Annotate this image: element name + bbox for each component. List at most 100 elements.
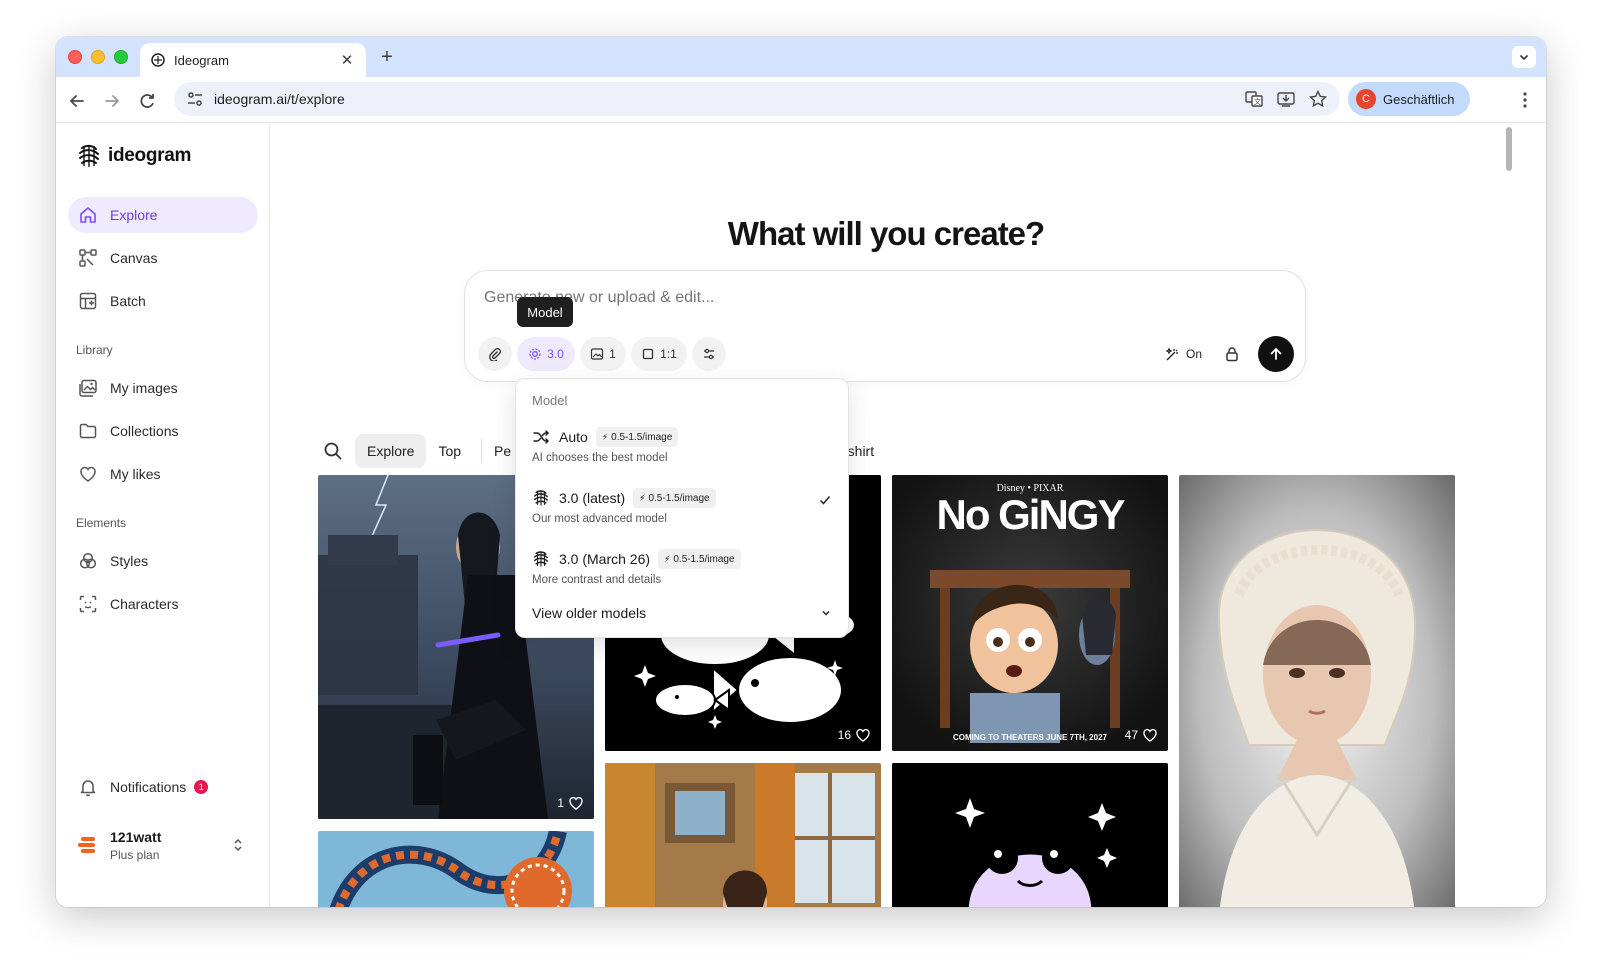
sidebar-item-label: My images xyxy=(110,380,178,396)
sidebar: ideogram Explore Canvas Batch Library My… xyxy=(56,123,270,907)
checkmark-icon xyxy=(819,496,831,505)
sidebar-item-label: Styles xyxy=(110,553,149,569)
bolt-icon: ⚡ xyxy=(601,431,609,442)
image-count: 1 xyxy=(609,347,616,361)
tab-close-icon[interactable]: ✕ xyxy=(338,51,356,69)
magic-wand-icon xyxy=(1165,347,1178,360)
gallery-card-pattern[interactable] xyxy=(318,831,594,907)
translate-icon[interactable]: 文 xyxy=(1244,89,1264,109)
sidebar-item-characters[interactable]: Characters xyxy=(68,586,258,622)
gallery-card-no-gingy-poster[interactable]: Disney • PIXAR No GiNGY COMING TO THEATE… xyxy=(892,475,1168,751)
filter-tab-explore[interactable]: Explore xyxy=(355,434,427,468)
close-window-button[interactable] xyxy=(68,50,82,64)
section-label-elements: Elements xyxy=(76,516,127,530)
page-title: What will you create? xyxy=(727,215,1045,252)
arrow-up-icon xyxy=(1270,347,1282,360)
settings-button[interactable] xyxy=(692,337,726,371)
minimize-window-button[interactable] xyxy=(91,50,105,64)
heart-icon xyxy=(569,796,583,810)
model-option-name: Auto xyxy=(559,429,588,445)
forward-arrow-icon[interactable] xyxy=(101,90,123,112)
filter-tab-top[interactable]: Top xyxy=(426,434,473,468)
install-app-icon[interactable] xyxy=(1276,89,1296,109)
maximize-window-button[interactable] xyxy=(114,50,128,64)
generate-button[interactable] xyxy=(1258,336,1294,372)
magic-prompt-toggle[interactable]: On xyxy=(1165,337,1202,371)
browser-tab-ideogram[interactable]: Ideogram ✕ xyxy=(140,43,366,77)
home-icon xyxy=(80,207,96,223)
like-button[interactable]: 16 xyxy=(838,727,871,743)
model-option-3-0-latest[interactable]: 3.0 (latest) ⚡ 0.5-1.5/image Our most adv… xyxy=(532,487,832,525)
images-icon xyxy=(79,379,97,397)
model-option-auto[interactable]: Auto ⚡ 0.5-1.5/image AI chooses the best … xyxy=(532,426,832,464)
image-count-button[interactable]: 1 xyxy=(580,337,626,371)
sidebar-item-label: Collections xyxy=(110,423,179,439)
model-option-desc: More contrast and details xyxy=(532,574,662,586)
page-scrollbar[interactable] xyxy=(1506,127,1512,171)
gallery-card-window-room[interactable] xyxy=(605,763,881,907)
ideogram-logo-icon xyxy=(534,490,548,506)
bolt-icon: ⚡ xyxy=(639,492,646,503)
site-settings-icon[interactable] xyxy=(186,90,204,108)
sidebar-item-collections[interactable]: Collections xyxy=(68,413,258,449)
window-room-image xyxy=(605,763,881,907)
address-bar[interactable]: ideogram.ai/t/explore 文 xyxy=(174,82,1340,116)
sidebar-item-my-images[interactable]: My images xyxy=(68,370,258,406)
model-cost: 0.5-1.5/image xyxy=(611,431,673,443)
model-option-3-0-march-26[interactable]: 3.0 (March 26) ⚡ 0.5-1.5/image More contr… xyxy=(532,548,832,586)
model-tooltip: Model xyxy=(517,297,573,327)
notification-count-badge: 1 xyxy=(194,780,209,794)
profile-button[interactable]: C Geschäftlich xyxy=(1348,82,1470,116)
heart-icon xyxy=(856,728,870,742)
sidebar-item-label: Characters xyxy=(110,596,179,612)
like-button[interactable]: 1 xyxy=(557,795,584,811)
reload-icon[interactable] xyxy=(136,90,158,112)
filter-tab-people[interactable]: Pe xyxy=(490,434,515,468)
sidebar-item-batch[interactable]: Batch xyxy=(68,283,258,319)
bookmark-star-icon[interactable] xyxy=(1308,89,1328,109)
like-count: 16 xyxy=(837,728,851,742)
profile-avatar: C xyxy=(1356,89,1376,109)
gallery-card-lace-bonnet-girl[interactable] xyxy=(1179,475,1455,907)
model-label: 3.0 xyxy=(547,347,564,361)
chevron-down-icon xyxy=(1519,54,1529,61)
browser-menu-icon[interactable] xyxy=(1516,89,1534,111)
sidebar-item-my-likes[interactable]: My likes xyxy=(68,456,258,492)
shuffle-icon xyxy=(533,430,550,444)
aspect-ratio-button[interactable]: 1:1 xyxy=(631,337,687,371)
view-older-models-label: View older models xyxy=(532,605,647,621)
prompt-input[interactable] xyxy=(484,289,1184,307)
model-selector-button[interactable]: 3.0 xyxy=(517,337,575,371)
user-org-logo-icon xyxy=(78,837,95,853)
paperclip-icon xyxy=(489,348,501,361)
like-button[interactable]: 47 xyxy=(1125,727,1158,743)
brand-name: ideogram xyxy=(108,145,192,166)
sidebar-item-label: My likes xyxy=(110,466,161,482)
sidebar-item-explore[interactable]: Explore xyxy=(68,197,258,233)
url-text: ideogram.ai/t/explore xyxy=(214,91,345,107)
chevron-down-icon xyxy=(822,610,830,616)
characters-icon xyxy=(79,595,97,613)
back-arrow-icon[interactable] xyxy=(66,90,88,112)
sidebar-item-notifications[interactable]: Notifications 1 xyxy=(68,769,258,805)
attach-button[interactable] xyxy=(478,337,512,371)
styles-icon xyxy=(79,552,97,569)
search-icon[interactable] xyxy=(323,441,343,461)
brand-logo[interactable]: ideogram xyxy=(76,143,191,169)
lock-icon[interactable] xyxy=(1223,345,1241,363)
heart-icon xyxy=(80,466,96,482)
tab-search-button[interactable] xyxy=(1512,46,1536,68)
filter-divider xyxy=(481,439,483,463)
square-icon xyxy=(643,348,654,360)
model-cost: 0.5-1.5/image xyxy=(673,553,735,565)
account-switcher[interactable]: 121watt Plus plan xyxy=(76,825,256,865)
new-tab-button[interactable]: + xyxy=(376,46,398,69)
sidebar-item-styles[interactable]: Styles xyxy=(68,543,258,579)
prompt-box: 3.0 1 1:1 On xyxy=(464,270,1306,382)
view-older-models-button[interactable]: View older models xyxy=(532,605,832,621)
browser-window: Ideogram ✕ + ideogram.ai/t/explore 文 C G… xyxy=(56,37,1546,907)
gallery-card-ghost-sticker[interactable] xyxy=(892,763,1168,907)
model-option-name: 3.0 (March 26) xyxy=(559,551,651,567)
sidebar-item-canvas[interactable]: Canvas xyxy=(68,240,258,276)
main-content: What will you create? 3.0 1 1:1 xyxy=(271,123,1516,907)
